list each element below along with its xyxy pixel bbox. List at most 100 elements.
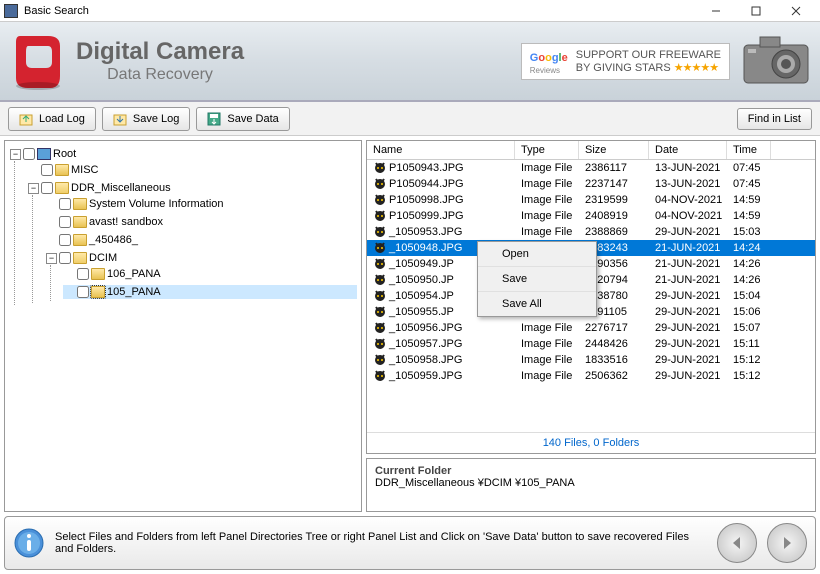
- col-size[interactable]: Size: [579, 141, 649, 159]
- table-row[interactable]: _1050957.JPGImage File244842629-JUN-2021…: [367, 336, 815, 352]
- next-button[interactable]: [767, 523, 807, 563]
- cell-time: 15:12: [727, 354, 771, 366]
- tree-panel[interactable]: − Root MISC − DDR_Miscellaneous System Vo…: [4, 140, 362, 512]
- cell-time: 14:59: [727, 210, 771, 222]
- minimize-button[interactable]: [696, 1, 736, 21]
- tree-checkbox[interactable]: [23, 148, 35, 160]
- cell-type: Image File: [515, 162, 579, 174]
- tree-checkbox[interactable]: [41, 164, 53, 176]
- window-title: Basic Search: [24, 5, 696, 17]
- google-logo: Google: [530, 48, 568, 66]
- cell-date: 21-JUN-2021: [649, 258, 727, 270]
- brand-line2: Data Recovery: [76, 66, 244, 84]
- cell-name: _1050949.JP: [389, 258, 454, 270]
- table-row[interactable]: _1050959.JPGImage File250636229-JUN-2021…: [367, 368, 815, 384]
- footer: Select Files and Folders from left Panel…: [4, 516, 816, 570]
- table-row[interactable]: P1050943.JPGImage File238611713-JUN-2021…: [367, 160, 815, 176]
- tree-item[interactable]: 106_PANA: [63, 267, 357, 281]
- cell-name: _1050957.JPG: [389, 338, 462, 350]
- cell-time: 15:11: [727, 338, 771, 350]
- tree-checkbox[interactable]: [77, 268, 89, 280]
- current-folder-panel: Current Folder DDR_Miscellaneous ¥DCIM ¥…: [366, 458, 816, 512]
- current-folder-header: Current Folder: [375, 465, 807, 477]
- folder-icon: [91, 286, 105, 298]
- cell-size: 2408919: [579, 210, 649, 222]
- cell-type: Image File: [515, 194, 579, 206]
- maximize-button[interactable]: [736, 1, 776, 21]
- current-folder-path: DDR_Miscellaneous ¥DCIM ¥105_PANA: [375, 477, 807, 489]
- tree-label: 106_PANA: [107, 268, 161, 280]
- file-icon: [373, 321, 387, 335]
- folder-icon: [73, 252, 87, 264]
- cell-type: Image File: [515, 226, 579, 238]
- file-icon: [373, 177, 387, 191]
- file-icon: [373, 369, 387, 383]
- cell-date: 29-JUN-2021: [649, 370, 727, 382]
- tree-item[interactable]: MISC: [27, 163, 357, 177]
- cell-date: 29-JUN-2021: [649, 226, 727, 238]
- tree-label: _450486_: [89, 234, 138, 246]
- file-icon: [373, 353, 387, 367]
- cell-type: Image File: [515, 354, 579, 366]
- cell-name: _1050953.JPG: [389, 226, 462, 238]
- cell-name: P1050999.JPG: [389, 210, 464, 222]
- col-name[interactable]: Name: [367, 141, 515, 159]
- table-row[interactable]: P1050999.JPGImage File240891904-NOV-2021…: [367, 208, 815, 224]
- tree-item[interactable]: 105_PANA: [63, 285, 357, 299]
- footer-tip: Select Files and Folders from left Panel…: [55, 531, 707, 555]
- cell-name: _1050958.JPG: [389, 354, 462, 366]
- col-date[interactable]: Date: [649, 141, 727, 159]
- tree-item[interactable]: _450486_: [45, 233, 357, 247]
- ctx-save[interactable]: Save: [478, 266, 596, 291]
- cell-type: Image File: [515, 338, 579, 350]
- load-log-button[interactable]: Load Log: [8, 107, 96, 131]
- table-row[interactable]: _1050958.JPGImage File183351629-JUN-2021…: [367, 352, 815, 368]
- save-log-button[interactable]: Save Log: [102, 107, 190, 131]
- prev-button[interactable]: [717, 523, 757, 563]
- ctx-open[interactable]: Open: [478, 242, 596, 266]
- tree-label: MISC: [71, 164, 99, 176]
- brand-line1: Digital Camera: [76, 38, 244, 66]
- tree-item[interactable]: − DCIM: [45, 251, 357, 265]
- cell-name: P1050944.JPG: [389, 178, 464, 190]
- table-row[interactable]: P1050998.JPGImage File231959904-NOV-2021…: [367, 192, 815, 208]
- cell-time: 15:04: [727, 290, 771, 302]
- col-type[interactable]: Type: [515, 141, 579, 159]
- tree-item[interactable]: avast! sandbox: [45, 215, 357, 229]
- cell-size: 2448426: [579, 338, 649, 350]
- table-row[interactable]: _1050956.JPGImage File227671729-JUN-2021…: [367, 320, 815, 336]
- tree-checkbox[interactable]: [41, 182, 53, 194]
- tree-item[interactable]: − DDR_Miscellaneous: [27, 181, 357, 195]
- ad-banner[interactable]: Google Reviews SUPPORT OUR FREEWARE BY G…: [521, 43, 730, 80]
- tree-label: Root: [53, 148, 76, 160]
- save-data-button[interactable]: Save Data: [196, 107, 289, 131]
- folder-icon: [55, 164, 69, 176]
- logo-icon: [8, 28, 68, 94]
- cell-date: 29-JUN-2021: [649, 306, 727, 318]
- tree-checkbox[interactable]: [59, 198, 71, 210]
- tree-checkbox[interactable]: [59, 216, 71, 228]
- tree-checkbox[interactable]: [59, 252, 71, 264]
- table-row[interactable]: _1050953.JPG Image File238886929-JUN-2021…: [367, 224, 815, 240]
- tree-root[interactable]: − Root: [9, 147, 357, 161]
- cell-size: 2237147: [579, 178, 649, 190]
- file-icon: [373, 161, 387, 175]
- cell-size: 2388869: [579, 226, 649, 238]
- tree-checkbox[interactable]: [59, 234, 71, 246]
- cell-time: 15:03: [727, 226, 771, 238]
- collapse-icon[interactable]: −: [28, 183, 39, 194]
- table-row[interactable]: P1050944.JPGImage File223714713-JUN-2021…: [367, 176, 815, 192]
- file-list-panel: Name Type Size Date Time P1050943.JPGIma…: [366, 140, 816, 454]
- cell-name: _1050950.JP: [389, 274, 454, 286]
- tree-item[interactable]: System Volume Information: [45, 197, 357, 211]
- find-in-list-button[interactable]: Find in List: [737, 108, 812, 130]
- cell-time: 14:59: [727, 194, 771, 206]
- col-time[interactable]: Time: [727, 141, 771, 159]
- folder-icon: [73, 198, 87, 210]
- ctx-save-all[interactable]: Save All: [478, 291, 596, 316]
- close-button[interactable]: [776, 1, 816, 21]
- drive-icon: [37, 148, 51, 160]
- collapse-icon[interactable]: −: [46, 253, 57, 264]
- collapse-icon[interactable]: −: [10, 149, 21, 160]
- tree-checkbox[interactable]: [77, 286, 89, 298]
